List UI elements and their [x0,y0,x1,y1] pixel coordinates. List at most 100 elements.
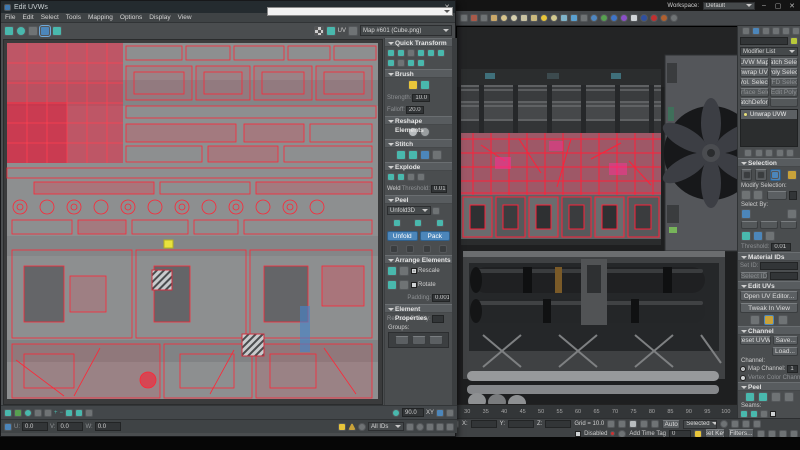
remove-modifier-icon[interactable] [776,149,784,157]
uv-canvas[interactable] [3,39,383,405]
material-editor-icon[interactable] [620,14,628,22]
grow-icon[interactable]: + [54,410,58,416]
auto-key-button[interactable]: Auto [662,420,680,429]
explode-to-faces-icon[interactable] [417,173,425,181]
pack-normalize-icon[interactable] [387,266,397,276]
linear-align-icon[interactable] [397,59,405,67]
lock-selection-icon[interactable] [338,423,346,431]
padding-field[interactable]: 0.001 [432,294,450,302]
rotate-angle-field[interactable]: 90.0 [402,408,424,417]
close-icon[interactable]: ✕ [787,2,797,10]
stitch-header[interactable]: Stitch [385,139,452,148]
menu-item[interactable]: Display [149,14,170,21]
save-button[interactable]: Save... [773,336,798,345]
align-horizontal-icon[interactable] [387,49,395,57]
weld-all-icon[interactable] [397,173,405,181]
freeform-tool-icon[interactable] [40,26,50,36]
select-by-planar-icon[interactable] [741,209,751,219]
hierarchy-tab-icon[interactable] [762,27,770,35]
menu-item[interactable]: Select [41,14,59,21]
zoom-icon[interactable] [416,423,424,431]
peel-rollout-header[interactable]: Peel [738,382,800,391]
space-horizontal-icon[interactable] [437,49,445,57]
zoom-region-icon[interactable] [426,423,434,431]
render-icon[interactable] [650,14,658,22]
stitch-source-icon[interactable] [408,150,418,160]
select-by-angle-icon[interactable] [787,209,797,219]
break-icon[interactable] [407,173,415,181]
mirror-icon[interactable] [560,14,568,22]
paint-select-icon[interactable] [85,409,93,417]
quick-transform-header[interactable]: Quick Transform [385,38,452,47]
rotate-checkbox[interactable] [411,282,417,288]
convert-edge-to-seam-icon[interactable] [760,410,768,418]
menu-item[interactable]: View [178,14,192,21]
reshape-elements-header[interactable]: Reshape Elements [385,116,452,125]
reset-peel-icon[interactable] [784,392,794,402]
edit-uvs-rollout-header[interactable]: Edit UVs [738,281,800,290]
rotate-snap-icon[interactable] [392,409,400,417]
minimize-icon[interactable]: – [759,2,769,9]
vertex-color-radio[interactable] [740,375,746,381]
reset-uvws-button[interactable]: Reset UVWs [740,336,771,345]
next-frame-icon[interactable] [640,420,648,428]
texture-list-icon[interactable] [348,26,358,36]
expand-uv-icon[interactable] [753,231,763,241]
material-ids-rollout-header[interactable]: Material IDs [738,252,800,261]
unfold-button[interactable]: Unfold [387,231,418,241]
load-button[interactable]: Load... [772,347,798,356]
polygon-subobject-button[interactable] [770,169,781,181]
u-field[interactable]: 0.0 [22,422,48,431]
relax-brush-icon[interactable] [420,80,430,90]
display-tab-icon[interactable] [782,27,790,35]
plane-icon[interactable] [520,14,528,22]
toggle-ribbon-icon[interactable] [590,14,598,22]
pack-together-icon[interactable] [399,266,409,276]
go-to-start-icon[interactable] [607,420,615,428]
tweak-in-view-button[interactable]: Tweak In View [740,303,798,313]
quick-peel-icon[interactable] [745,392,755,402]
modifier-stack[interactable]: Unwrap UVW [740,109,798,147]
seams-checkbox[interactable] [770,411,776,417]
vertex-subobject-button[interactable] [741,169,752,181]
vertex-snap-icon[interactable] [446,409,454,417]
arrange-elements-header[interactable]: Arrange Elements [385,255,452,264]
modifier-button[interactable]: Vol. Select [740,78,769,87]
reset-peel-icon[interactable] [432,207,440,215]
zoom-extents-icon[interactable] [731,420,739,428]
pack-button[interactable]: Pack [420,231,451,241]
modifier-stack-row[interactable]: Unwrap UVW [741,110,797,119]
y-coordinate-field[interactable] [508,420,534,428]
rotate-90-ccw-icon[interactable] [417,49,425,57]
straighten-icon[interactable] [417,59,425,67]
menu-item[interactable]: Tools [66,14,81,21]
unlink-icon[interactable] [470,14,478,22]
geosphere-icon[interactable] [510,14,518,22]
modifier-button[interactable]: UVW Map [740,58,769,67]
sphere-icon[interactable] [500,14,508,22]
zoom-selected-icon[interactable] [446,423,454,431]
select-group-button[interactable] [429,336,443,345]
loop-button[interactable] [767,191,787,200]
modifier-list-dropdown[interactable]: Modifier List [740,47,798,56]
explode-threshold-field[interactable]: 0.01 [431,185,447,193]
show-end-result-icon[interactable] [755,149,763,157]
bulb-icon[interactable] [743,112,748,117]
scale-tool-icon[interactable] [28,26,38,36]
modifier-button[interactable]: Patch Select [770,58,799,67]
falloff-type-icon[interactable] [24,409,32,417]
all-ids-dropdown[interactable]: All IDs [368,422,404,431]
selection-set-dropdown[interactable]: Selected [683,420,717,429]
expand-to-seams-icon[interactable] [741,231,751,241]
rearrange-icon[interactable] [387,280,397,290]
menu-item[interactable]: Edit [22,14,33,21]
render-iterative-icon[interactable] [660,14,668,22]
panel-scrollbar[interactable] [452,38,457,405]
uv-triangle-icon[interactable] [778,315,788,325]
motion-tab-icon[interactable] [772,27,780,35]
layer-manager-icon[interactable] [580,14,588,22]
curve-editor-icon[interactable] [600,14,608,22]
expand-face-icon[interactable] [765,231,775,241]
snap-icon[interactable] [358,423,366,431]
pack-full-icon[interactable] [399,280,409,290]
